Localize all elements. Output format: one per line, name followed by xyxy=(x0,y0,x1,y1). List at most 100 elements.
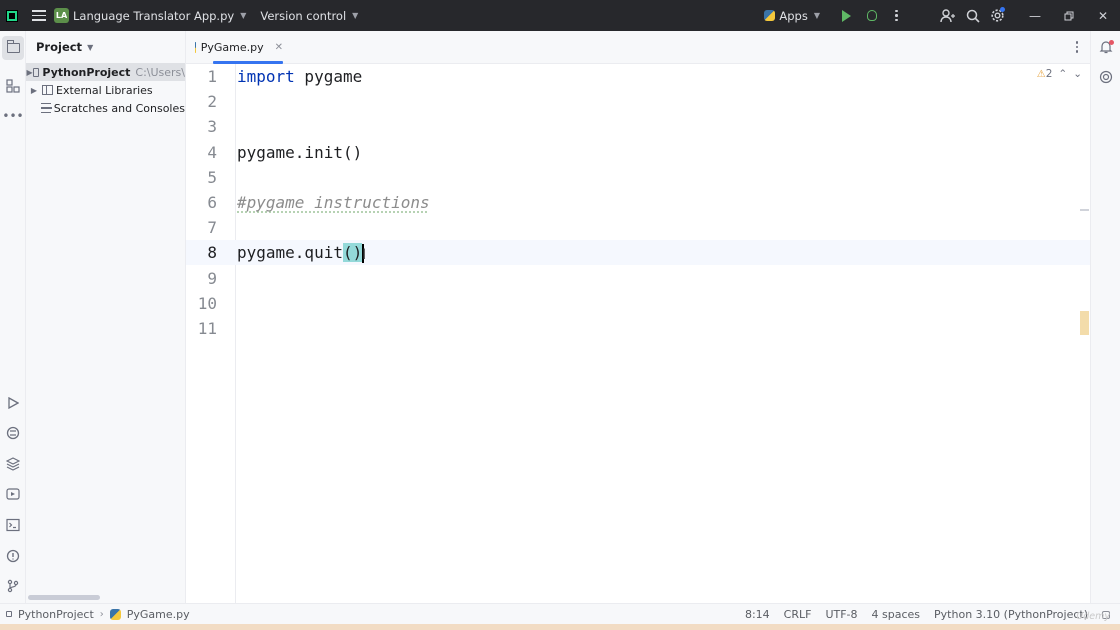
project-panel-header[interactable]: Project ▼ xyxy=(26,31,185,63)
code-with-me-button[interactable] xyxy=(935,0,960,31)
chevron-down-icon: ▼ xyxy=(240,11,247,20)
horizontal-scrollbar[interactable] xyxy=(28,595,100,600)
project-tool-button[interactable] xyxy=(2,36,24,60)
main-menu-icon[interactable] xyxy=(32,10,46,21)
line-number: 3 xyxy=(207,117,217,136)
services-tool-button[interactable] xyxy=(0,482,26,506)
version-control-menu[interactable]: Version control ▼ xyxy=(260,9,358,23)
problems-tool-button[interactable] xyxy=(0,544,26,568)
branch-icon xyxy=(7,579,19,593)
bug-icon xyxy=(866,10,877,21)
tree-item-scratches[interactable]: Scratches and Consoles xyxy=(26,99,185,117)
code-line[interactable]: pygame.init() xyxy=(236,140,1090,165)
settings-button[interactable] xyxy=(985,0,1010,31)
status-bar: PythonProject › PyGame.py 8:14 CRLF UTF-… xyxy=(0,603,1120,624)
search-everywhere-button[interactable] xyxy=(960,0,985,31)
breadcrumb-file[interactable]: PyGame.py xyxy=(127,608,190,621)
more-vertical-icon xyxy=(895,9,898,22)
line-separator[interactable]: CRLF xyxy=(784,608,812,621)
project-panel: Project ▼ ▶ PythonProject C:\Users\ ▶ Ex… xyxy=(26,31,186,603)
tab-pygame-py[interactable]: PyGame.py ✕ xyxy=(186,31,283,64)
run-button[interactable] xyxy=(834,0,859,31)
project-badge: LA xyxy=(54,8,69,23)
code-comment: #pygame instructions xyxy=(237,193,430,212)
inspection-widget[interactable]: ⚠2 ⌃ ⌄ xyxy=(1037,68,1082,80)
tree-item-project-root[interactable]: ▶ PythonProject C:\Users\ xyxy=(26,63,185,81)
close-tab-icon[interactable]: ✕ xyxy=(275,42,283,53)
watermark: Udemy xyxy=(1076,611,1110,622)
scrollbar-marker[interactable] xyxy=(1080,209,1089,211)
file-encoding[interactable]: UTF-8 xyxy=(825,608,857,621)
line-number: 11 xyxy=(197,319,217,338)
project-panel-title: Project xyxy=(36,40,83,54)
code-line[interactable]: import pygame xyxy=(236,64,1090,89)
project-name: Language Translator App.py xyxy=(73,8,235,23)
code-editor[interactable]: import pygame pygame.init() #pygame inst… xyxy=(236,64,1090,603)
mouse-ibeam-cursor-icon: I xyxy=(362,247,367,263)
library-icon xyxy=(42,85,53,95)
tree-item-label: PythonProject xyxy=(42,65,131,79)
run-tool-button[interactable] xyxy=(0,391,26,415)
services-icon xyxy=(6,488,20,500)
code-text: pygame.init() xyxy=(237,143,363,162)
project-switcher[interactable]: LA Language Translator App.py ▼ xyxy=(54,8,246,23)
tree-item-path: C:\Users\ xyxy=(135,65,185,79)
play-icon xyxy=(842,9,851,22)
python-interpreter[interactable]: Python 3.10 (PythonProject) xyxy=(934,608,1088,621)
code-text: pygame xyxy=(294,67,363,86)
layers-icon xyxy=(6,457,20,471)
chevron-down-icon: ▼ xyxy=(87,42,94,52)
python-console-button[interactable] xyxy=(0,421,26,445)
search-icon xyxy=(966,9,980,23)
tab-options-button[interactable] xyxy=(1075,41,1078,53)
version-control-label: Version control xyxy=(260,8,347,23)
ai-assistant-button[interactable] xyxy=(1091,65,1120,89)
python-file-icon xyxy=(109,608,121,620)
chevron-right-icon[interactable]: ▶ xyxy=(26,86,42,95)
tab-label: PyGame.py xyxy=(200,41,264,54)
chevron-down-icon: ▼ xyxy=(813,11,820,20)
notifications-button[interactable] xyxy=(1091,35,1120,59)
line-number: 6 xyxy=(207,193,217,212)
next-highlight-icon[interactable]: ⌄ xyxy=(1073,68,1082,80)
git-tool-button[interactable] xyxy=(0,574,26,598)
title-bar: LA Language Translator App.py ▼ Version … xyxy=(0,0,1120,31)
breadcrumb: PythonProject › PyGame.py xyxy=(0,608,190,621)
module-icon xyxy=(6,611,12,617)
chevron-right-icon[interactable]: ▶ xyxy=(26,68,33,77)
run-configuration-label: Apps xyxy=(779,8,808,23)
python-icon xyxy=(764,10,776,21)
right-tool-strip xyxy=(1090,31,1120,603)
terminal-tool-button[interactable] xyxy=(0,513,26,537)
scratches-icon xyxy=(40,103,52,113)
close-window-button[interactable]: ✕ xyxy=(1086,0,1120,31)
breadcrumb-project[interactable]: PythonProject xyxy=(18,608,94,621)
line-number: 2 xyxy=(207,92,217,111)
chevron-down-icon: ▼ xyxy=(352,11,359,20)
warning-count: 2 xyxy=(1045,68,1053,80)
tree-item-label: External Libraries xyxy=(56,83,153,97)
minimize-button[interactable]: — xyxy=(1018,0,1052,31)
structure-icon xyxy=(6,79,20,93)
indent-setting[interactable]: 4 spaces xyxy=(872,608,921,621)
caret-position[interactable]: 8:14 xyxy=(745,608,770,621)
debug-button[interactable] xyxy=(859,0,884,31)
pycharm-logo-icon xyxy=(6,9,18,22)
python-packages-button[interactable] xyxy=(0,452,26,476)
previous-highlight-icon[interactable]: ⌃ xyxy=(1058,68,1067,80)
python-file-icon xyxy=(195,42,196,53)
code-line[interactable]: #pygame instructions xyxy=(236,190,1090,215)
run-configuration-selector[interactable]: Apps ▼ xyxy=(764,9,820,23)
more-tools-button[interactable]: ••• xyxy=(0,104,26,128)
line-number: 4 xyxy=(207,143,217,162)
editor-tab-bar: PyGame.py ✕ xyxy=(186,31,1090,64)
terminal-icon xyxy=(6,518,20,532)
structure-tool-button[interactable] xyxy=(0,74,26,98)
tree-item-external-libraries[interactable]: ▶ External Libraries xyxy=(26,81,185,99)
line-number: 7 xyxy=(207,218,217,237)
more-actions-button[interactable] xyxy=(884,0,909,31)
code-text: pygame.quit xyxy=(237,243,343,262)
notification-badge xyxy=(1109,40,1114,45)
restore-button[interactable] xyxy=(1052,0,1086,31)
scrollbar-marker-warning[interactable] xyxy=(1080,311,1089,335)
